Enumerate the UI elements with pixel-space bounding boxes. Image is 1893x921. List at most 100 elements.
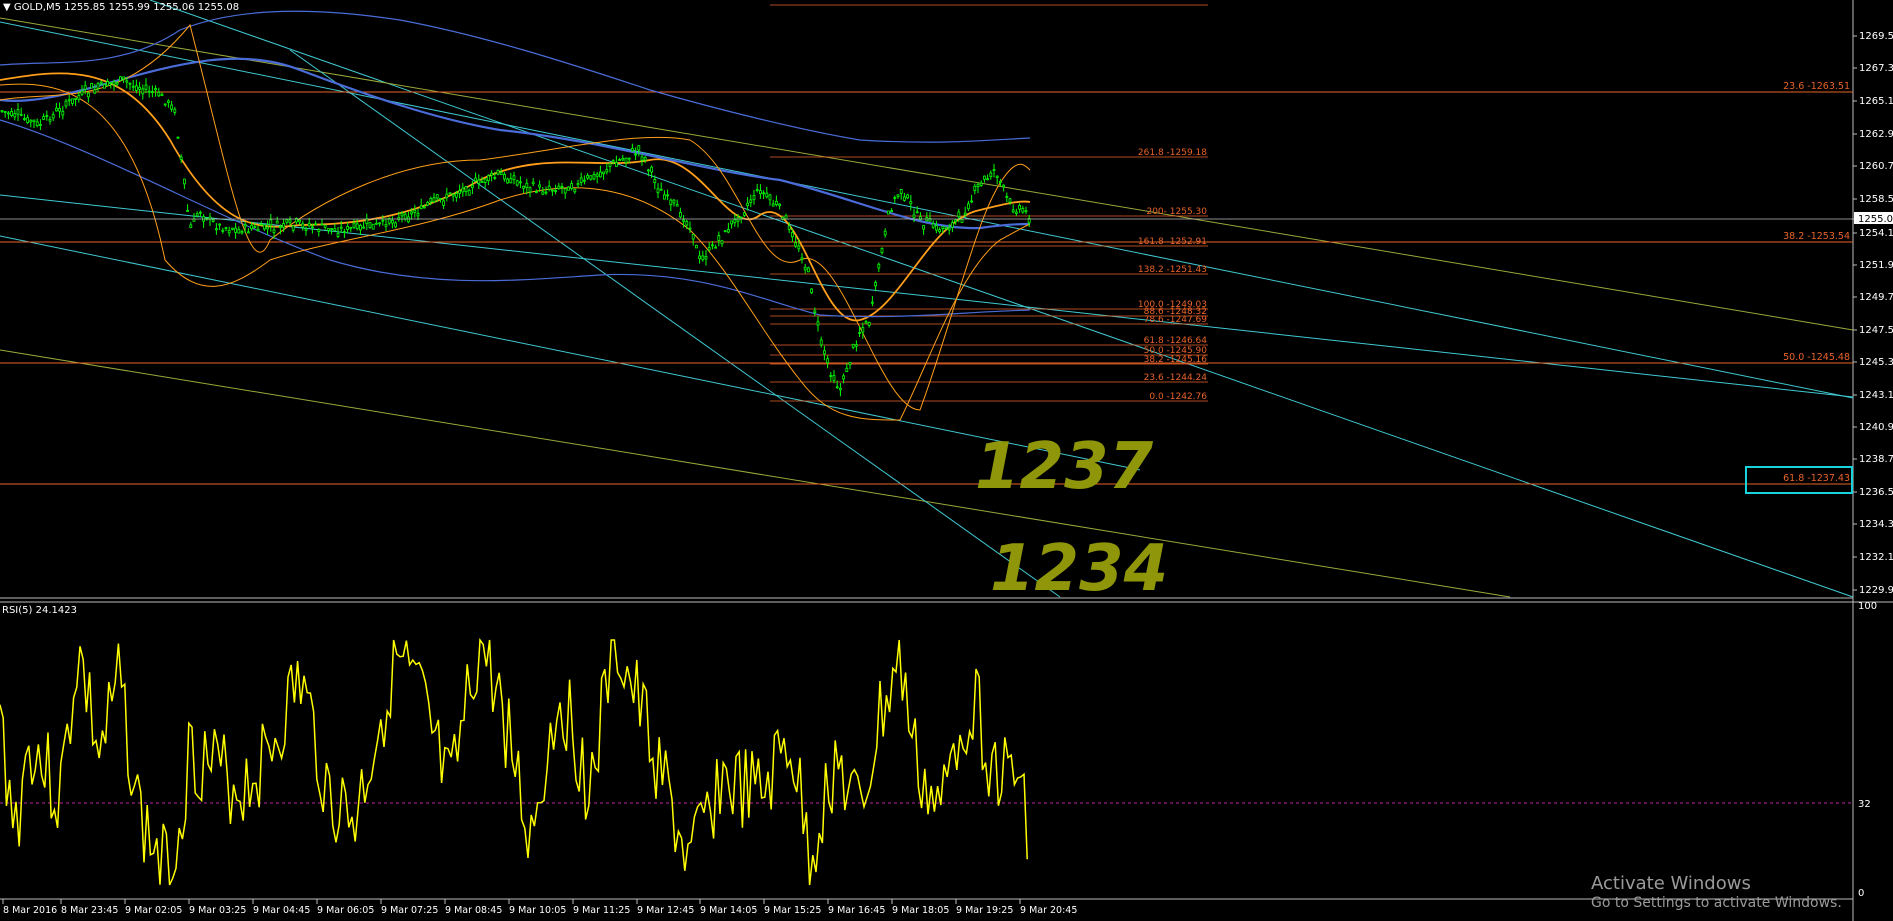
trading-chart[interactable]: 1237 1234 1269.52 1267.32 1265.12 1262.92 12…: [0, 0, 1893, 921]
candle-body: [698, 255, 701, 260]
candle-body: [410, 211, 414, 215]
symbol-quote: GOLD,M5 1255.85 1255.99 1255.06 1255.08: [13, 2, 240, 13]
candle-body: [224, 227, 228, 230]
candle-body: [675, 204, 679, 207]
candle-body: [615, 161, 618, 167]
chart-title: ▼ GOLD,M5 1255.85 1255.99 1255.06 1255.0…: [3, 2, 239, 13]
time-label: 9 Mar 10:05: [509, 905, 566, 916]
candle-body: [784, 215, 788, 220]
candle-body: [883, 230, 887, 236]
candle-body: [791, 232, 794, 238]
candle-body: [486, 175, 490, 182]
candle-body: [557, 185, 561, 190]
candle-body: [221, 229, 225, 232]
candle-body: [650, 166, 653, 173]
candle-body: [893, 197, 897, 199]
candle-body: [493, 176, 497, 179]
candle-body: [618, 159, 621, 161]
candle-body: [378, 222, 382, 225]
candle-body: [403, 213, 407, 220]
candle-body: [743, 212, 746, 216]
candle-body: [365, 218, 369, 225]
candle-body: [730, 220, 733, 225]
candle-body: [262, 224, 266, 230]
candle-body: [16, 109, 20, 115]
candle-body: [707, 247, 711, 251]
time-label: 8 Mar 2016: [3, 905, 57, 916]
time-label: 9 Mar 16:45: [828, 905, 885, 916]
candle-body: [416, 213, 420, 217]
candle-body: [528, 187, 532, 193]
candle-body: [701, 255, 705, 261]
annotation-1237: 1237: [975, 430, 1154, 504]
candle-body: [979, 182, 983, 186]
candle-body: [477, 179, 481, 184]
candle-body: [346, 226, 350, 230]
fibo-right-label: 50.0 -1245.48: [1783, 352, 1850, 363]
candle-body: [551, 189, 554, 192]
candle-body: [26, 117, 30, 123]
candle-body: [317, 229, 321, 232]
candle-body: [134, 85, 138, 91]
candle-body: [103, 84, 106, 89]
candle-body: [915, 211, 919, 214]
candle-body: [992, 169, 996, 171]
candle-body: [880, 248, 884, 254]
candle-body: [502, 174, 506, 180]
candle-body: [195, 213, 199, 217]
candle-body: [90, 82, 93, 89]
candle-body: [778, 203, 781, 207]
candle-body: [64, 100, 68, 107]
candle-body: [179, 156, 183, 160]
candle-body: [458, 190, 462, 194]
candle-body: [1018, 204, 1021, 210]
candle-body: [560, 185, 564, 188]
candle-body: [419, 205, 423, 210]
candle-body: [186, 210, 190, 212]
candle-body: [154, 88, 158, 91]
price-label: 1262.92: [1859, 129, 1893, 140]
candle-body: [470, 185, 474, 189]
candle-body: [109, 82, 113, 84]
candle-body: [685, 221, 689, 226]
time-label: 9 Mar 19:25: [956, 905, 1013, 916]
trendline: [0, 17, 1854, 331]
candle-body: [720, 240, 724, 245]
candle-body: [573, 188, 577, 193]
candle-body: [141, 88, 145, 95]
candle-body: [663, 194, 666, 200]
candle-body: [871, 301, 874, 304]
fibo-ext-label: 161.8 -1252.91: [1138, 237, 1207, 247]
candle-body: [947, 227, 951, 231]
candle-body: [112, 81, 116, 85]
candle-body: [445, 193, 449, 199]
candle-body: [605, 169, 609, 173]
candle-body: [579, 177, 583, 183]
candle-body: [656, 188, 660, 194]
candle-body: [71, 98, 74, 104]
candle-body: [144, 84, 148, 90]
candle-body: [723, 230, 727, 233]
candle-body: [99, 81, 103, 84]
handwritten-annotations: 1237 1234: [975, 430, 1168, 606]
candle-body: [128, 82, 132, 85]
candle-body: [19, 113, 23, 116]
candle-body: [829, 374, 833, 377]
candle-body: [794, 242, 797, 247]
candle-body: [634, 153, 637, 156]
candle-body: [887, 210, 890, 215]
candle-body: [522, 185, 525, 189]
candle-body: [912, 214, 916, 218]
candle-body: [653, 179, 657, 184]
candle-body: [771, 203, 775, 207]
candle-body: [307, 222, 311, 227]
candle-body: [989, 172, 993, 178]
candle-body: [422, 206, 426, 209]
candle-body: [246, 231, 250, 234]
triangle-down-icon[interactable]: ▼: [3, 2, 11, 13]
candle-body: [358, 224, 362, 231]
candle-body: [762, 192, 765, 195]
candle-body: [87, 92, 90, 98]
candle-body: [672, 199, 676, 204]
time-axis: 8 Mar 2016 8 Mar 23:45 9 Mar 02:05 9 Mar 03…: [2, 899, 1077, 916]
